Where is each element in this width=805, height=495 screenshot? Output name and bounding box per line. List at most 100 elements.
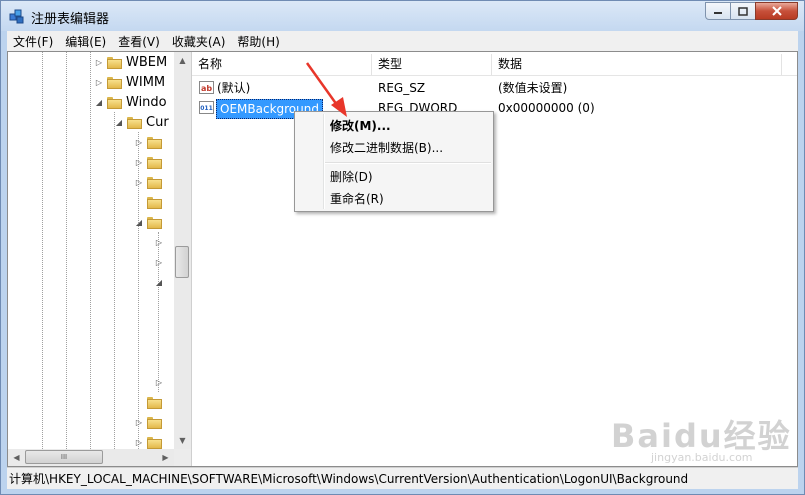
collapse-icon[interactable]: ◢ [114,118,124,128]
title-bar[interactable]: 注册表编辑器 [1,1,804,31]
tree-vertical-scrollbar[interactable]: ▲ ▼ [174,52,191,449]
minimize-icon [714,12,722,14]
menu-favorites[interactable]: 收藏夹(A) [166,33,232,50]
scroll-down-icon[interactable]: ▼ [174,432,191,449]
tree-node-windows[interactable]: ◢ Windo [94,93,167,112]
menu-bar: 文件(F) 编辑(E) 查看(V) 收藏夹(A) 帮助(H) [7,31,798,51]
folder-icon [127,116,142,129]
tree-node-currentversion[interactable]: ◢ Cur [114,113,169,132]
folder-icon [147,156,162,169]
context-menu-separator [325,162,491,164]
menu-edit[interactable]: 编辑(E) [59,33,112,50]
tree-guide-line [66,52,67,449]
tree-node[interactable]: ▷ [134,173,166,192]
close-icon [771,6,782,16]
registry-tree-pane[interactable]: ▷ WBEM ▷ WIMM ◢ Windo ◢ Cur ▷ ▷ ▷ ◢ ▷ ▷ … [8,52,192,466]
expand-icon[interactable]: ▷ [154,258,164,268]
expand-icon[interactable]: ▷ [94,78,104,88]
close-button[interactable] [755,2,798,20]
menu-file[interactable]: 文件(F) [7,33,59,50]
tree-node[interactable] [134,393,166,412]
expand-icon[interactable]: ▷ [94,58,104,68]
folder-icon [107,76,122,89]
value-name: (默认) [217,81,251,95]
tree-guide-line [42,52,43,449]
table-row[interactable]: ab (默认) REG_SZ (数值未设置) [192,78,797,98]
tree-node[interactable]: ▷ [154,373,167,392]
values-list-pane[interactable]: 名称 类型 数据 ab (默认) REG_SZ (数值未设置) 011 OEMB… [192,52,797,466]
context-menu: 修改(M)... 修改二进制数据(B)... 删除(D) 重命名(R) [294,111,494,212]
tree-guide-line [90,52,91,449]
folder-icon [147,196,162,209]
column-header-type[interactable]: 类型 [372,54,492,75]
column-header-data[interactable]: 数据 [492,54,782,75]
collapse-icon[interactable]: ◢ [94,98,104,108]
maximize-icon [738,6,748,16]
tree-horizontal-scrollbar[interactable]: ◀ III ▶ [8,449,174,466]
tree-node[interactable]: ▷ [154,233,167,252]
expand-icon[interactable]: ▷ [134,158,144,168]
tree-node[interactable]: ◢ [134,213,166,232]
scrollbar-grip: III [60,453,68,461]
expand-icon[interactable]: ▷ [154,238,164,248]
menu-help[interactable]: 帮助(H) [231,33,285,50]
scroll-right-icon[interactable]: ▶ [157,449,174,466]
expand-icon[interactable]: ▷ [134,438,144,448]
expand-icon[interactable]: ▷ [134,178,144,188]
baidu-watermark: Baidu经验 jingyan.baidu.com [611,411,792,464]
scrollbar-thumb[interactable]: III [25,450,103,464]
tree-node[interactable] [134,193,166,212]
value-data: 0x00000000 (0) [498,101,595,115]
tree-guide-line [114,112,115,449]
tree-node[interactable]: ▷ [154,253,167,272]
scrollbar-thumb[interactable] [175,246,189,278]
registry-editor-icon [9,9,24,24]
scroll-left-icon[interactable]: ◀ [8,449,25,466]
watermark-text: Baidu经验 [611,417,792,455]
tree-node-wbem[interactable]: ▷ WBEM [94,53,167,72]
context-delete[interactable]: 删除(D) [330,166,373,188]
tree-node-label: Windo [126,95,167,110]
folder-icon [147,136,162,149]
tree-node-wimm[interactable]: ▷ WIMM [94,73,165,92]
expand-icon[interactable]: ▷ [134,138,144,148]
folder-icon [107,56,122,69]
folder-icon [147,176,162,189]
tree-node[interactable]: ◢ [154,273,167,292]
menu-view[interactable]: 查看(V) [112,33,166,50]
folder-icon [147,416,162,429]
window-title: 注册表编辑器 [31,12,110,27]
context-modify-binary[interactable]: 修改二进制数据(B)... [330,137,443,159]
folder-icon [107,96,122,109]
tree-node-label: Cur [146,115,169,130]
scroll-up-icon[interactable]: ▲ [174,52,191,69]
maximize-button[interactable] [730,2,756,20]
value-type: REG_SZ [378,81,426,95]
collapse-icon[interactable]: ◢ [154,278,164,288]
tree-node-label: WBEM [126,55,168,70]
value-data: (数值未设置) [498,81,568,95]
scrollbar-corner [174,449,191,466]
collapse-icon[interactable]: ◢ [134,218,144,228]
string-value-icon: ab [199,81,214,94]
expand-icon[interactable]: ▷ [134,418,144,428]
window-controls [705,2,798,21]
tree-node-label: WIMM [126,75,166,90]
minimize-button[interactable] [705,2,731,20]
folder-icon [147,436,162,449]
folder-icon [147,396,162,409]
tree-node[interactable]: ▷ [134,153,166,172]
tree-node[interactable]: ▷ [134,133,166,152]
status-bar: 计算机\HKEY_LOCAL_MACHINE\SOFTWARE\Microsof… [7,467,798,489]
tree-node[interactable]: ▷ [134,413,166,432]
registry-editor-window: 注册表编辑器 文件(F) 编辑(E) 查看(V) 收藏夹(A) 帮助(H) ▷ … [0,0,805,495]
expand-icon[interactable]: ▷ [154,378,164,388]
table-row[interactable]: 011 OEMBackground REG_DWORD 0x00000000 (… [192,98,797,119]
annotation-arrow-icon [305,62,347,117]
folder-icon [147,216,162,229]
context-rename[interactable]: 重命名(R) [330,188,384,210]
header-divider [192,75,797,76]
binary-value-icon: 011 [199,101,214,114]
